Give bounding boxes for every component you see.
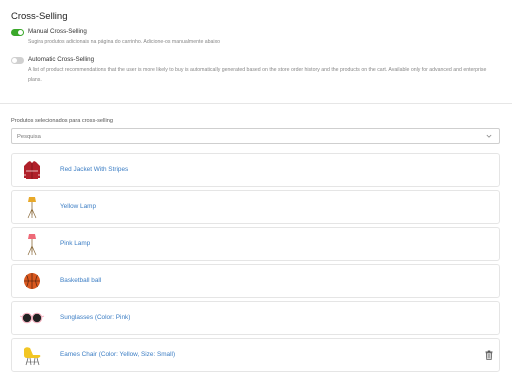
selected-products-label: Produtos selecionados para cross-selling (11, 118, 113, 124)
floor-lamp-icon (27, 234, 37, 256)
section-title: Cross-Selling (11, 11, 68, 22)
product-link[interactable]: Basketball ball (60, 277, 101, 284)
product-link[interactable]: Sunglasses (Color: Pink) (60, 314, 130, 321)
automatic-cross-selling-toggle[interactable] (11, 57, 24, 64)
product-item-yellow-lamp: Yellow Lamp (11, 190, 500, 224)
automatic-cross-selling-description: A list of product recommendations that t… (28, 67, 487, 83)
chevron-down-icon[interactable] (486, 133, 492, 139)
cross-selling-page: Cross-Selling Manual Cross-Selling Sugir… (0, 0, 512, 392)
jacket-icon (24, 161, 40, 179)
chair-icon (24, 347, 41, 366)
product-search-select[interactable] (11, 128, 500, 144)
product-item-sunglasses: Sunglasses (Color: Pink) (11, 301, 500, 335)
product-link[interactable]: Yellow Lamp (60, 203, 96, 210)
trash-icon[interactable] (485, 350, 493, 360)
product-link[interactable]: Red Jacket With Stripes (60, 166, 128, 173)
product-item-eames-chair: Eames Chair (Color: Yellow, Size: Small) (11, 338, 500, 372)
product-link[interactable]: Eames Chair (Color: Yellow, Size: Small) (60, 351, 175, 358)
product-item-basketball: Basketball ball (11, 264, 500, 298)
manual-cross-selling-description: Sugira produtos adicionais na página do … (28, 39, 221, 45)
floor-lamp-icon (27, 197, 37, 219)
product-search-input[interactable] (17, 132, 477, 141)
basketball-icon (24, 273, 40, 289)
product-item-red-jacket: Red Jacket With Stripes (11, 153, 500, 187)
sunglasses-icon (19, 312, 45, 324)
divider (0, 103, 512, 104)
manual-cross-selling-toggle[interactable] (11, 29, 24, 36)
product-item-pink-lamp: Pink Lamp (11, 227, 500, 261)
manual-cross-selling-label: Manual Cross-Selling (28, 28, 87, 35)
automatic-cross-selling-label: Automatic Cross-Selling (28, 56, 95, 63)
product-link[interactable]: Pink Lamp (60, 240, 90, 247)
